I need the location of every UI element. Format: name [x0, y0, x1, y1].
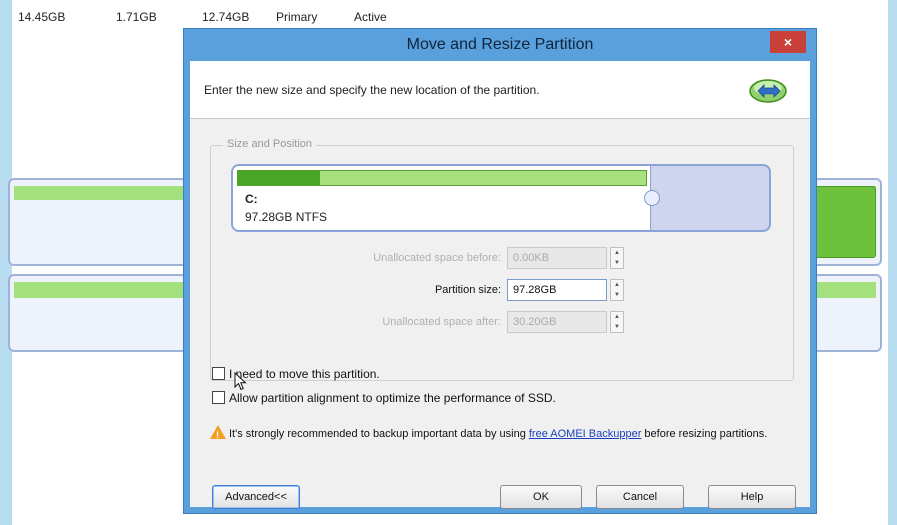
partition-size-label: Partition size:: [434, 284, 501, 296]
group-label: Size and Position: [223, 138, 316, 150]
warning-text-start: It's strongly recommended to backup impo…: [229, 428, 529, 440]
alignment-option[interactable]: Allow partition alignment to optimize th…: [212, 391, 556, 405]
help-button[interactable]: Help: [708, 485, 796, 509]
alignment-label: Allow partition alignment to optimize th…: [229, 391, 556, 405]
partition-size-input[interactable]: 97.28GB: [507, 279, 607, 301]
resize-handle[interactable]: [644, 190, 660, 206]
dialog-title: Move and Resize Partition: [406, 36, 594, 53]
unallocated-after-input[interactable]: 30.20GB: [507, 311, 607, 333]
size-spinner[interactable]: ▲ ▼: [610, 279, 624, 301]
unallocated-before-input[interactable]: 0.00KB: [507, 247, 607, 269]
usage-track: [237, 170, 647, 186]
capacity-cell: 14.45GB: [18, 10, 66, 24]
move-partition-checkbox[interactable]: [212, 367, 225, 380]
warning-text-end: before resizing partitions.: [641, 428, 768, 440]
backupper-link[interactable]: free AOMEI Backupper: [529, 428, 642, 440]
backup-warning: ! It's strongly recommended to backup imp…: [210, 425, 770, 442]
dialog-title-bar[interactable]: Move and Resize Partition ×: [184, 29, 816, 61]
dialog-body: Enter the new size and specify the new l…: [190, 61, 810, 509]
status-cell: Active: [354, 10, 387, 24]
move-partition-label: I need to move this partition.: [229, 367, 380, 381]
warning-icon: !: [210, 425, 226, 440]
move-resize-icon: [749, 79, 787, 103]
cancel-button[interactable]: Cancel: [596, 485, 684, 509]
free-space-cell: 12.74GB: [202, 10, 250, 24]
before-spinner[interactable]: ▲ ▼: [610, 247, 624, 269]
advanced-button[interactable]: Advanced<<: [212, 485, 300, 509]
disk-partition-1[interactable]: [808, 186, 876, 258]
dialog-header: Enter the new size and specify the new l…: [190, 61, 810, 119]
drive-info: 97.28GB NTFS: [245, 210, 328, 224]
drive-letter: C:: [245, 192, 258, 206]
partition-resize-bar[interactable]: C: 97.28GB NTFS: [231, 164, 771, 232]
close-button[interactable]: ×: [770, 31, 806, 53]
type-cell: Primary: [276, 10, 318, 24]
after-spinner[interactable]: ▲ ▼: [610, 311, 624, 333]
usage-fill: [238, 171, 320, 185]
move-resize-dialog: Move and Resize Partition × Enter the ne…: [183, 28, 817, 514]
unallocated-after-label: Unallocated space after:: [382, 316, 501, 328]
alignment-checkbox[interactable]: [212, 391, 225, 404]
used-space-cell: 1.71GB: [116, 10, 157, 24]
mouse-pointer-icon: [234, 372, 247, 391]
unallocated-before-label: Unallocated space before:: [373, 252, 501, 264]
instruction-text: Enter the new size and specify the new l…: [204, 83, 540, 97]
size-position-group: Size and Position C: 97.28GB NTFS Unallo…: [210, 138, 794, 381]
partition-block[interactable]: C: 97.28GB NTFS: [233, 166, 651, 230]
ok-button[interactable]: OK: [500, 485, 582, 509]
